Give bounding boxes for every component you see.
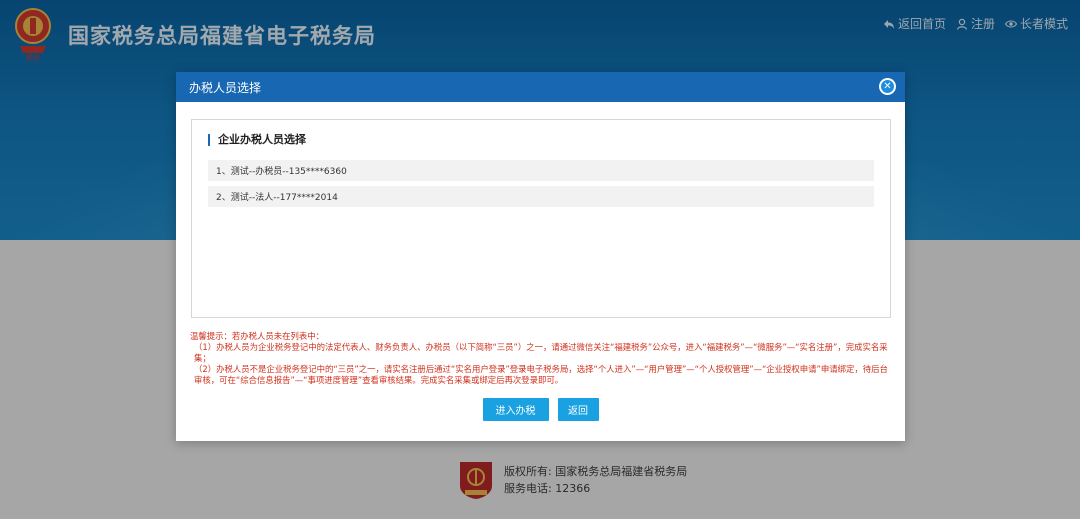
- dialog-header: 办税人员选择 ✕: [176, 72, 905, 102]
- tip-line: 温馨提示：若办税人员未在列表中：: [190, 331, 324, 341]
- tip-line: （1）办税人员为企业税务登记中的法定代表人、财务负责人、办税员（以下简称“三员”…: [194, 342, 888, 363]
- tip-line: （2）办税人员不是企业税务登记中的“三员”之一，请实名注册后通过“实名用户登录”…: [194, 364, 888, 385]
- person-list: 1、测试--办税员--135****6360 2、测试--法人--177****…: [208, 160, 874, 212]
- dialog-title: 办税人员选择: [189, 80, 262, 95]
- enter-tax-button[interactable]: 进入办税: [482, 398, 549, 421]
- close-icon: ✕: [881, 80, 894, 93]
- section-title: 企业办税人员选择: [208, 134, 306, 146]
- person-list-item[interactable]: 2、测试--法人--177****2014: [208, 186, 874, 207]
- dialog-actions: 进入办税 返回: [176, 398, 905, 421]
- person-select-panel: 企业办税人员选择 1、测试--办税员--135****6360 2、测试--法人…: [191, 119, 891, 318]
- warm-tip: 温馨提示：若办税人员未在列表中： （1）办税人员为企业税务登记中的法定代表人、财…: [190, 331, 896, 386]
- tax-person-select-dialog: 办税人员选择 ✕ 企业办税人员选择 1、测试--办税员--135****6360…: [176, 72, 905, 441]
- person-list-item[interactable]: 1、测试--办税员--135****6360: [208, 160, 874, 181]
- close-button[interactable]: ✕: [879, 78, 896, 95]
- back-button[interactable]: 返回: [557, 398, 599, 421]
